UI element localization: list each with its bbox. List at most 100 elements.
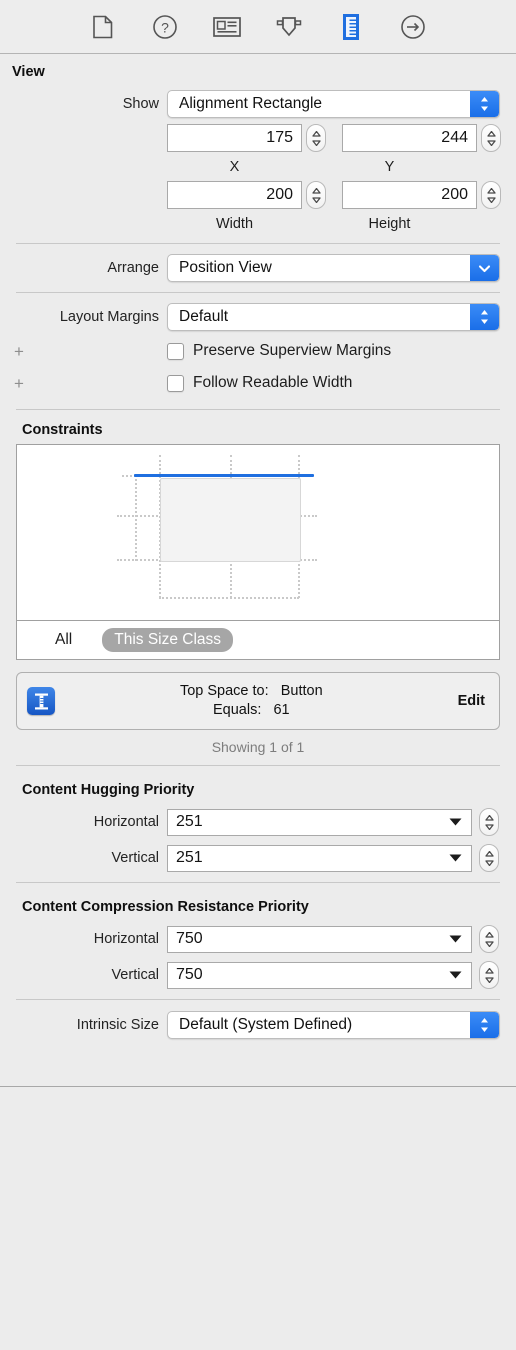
preserve-superview-margins-row: + Preserve Superview Margins [0,335,516,367]
intrinsic-size-label: Intrinsic Size [76,1017,159,1033]
y-field[interactable]: 244 [342,124,477,152]
follow-readable-width-row: + Follow Readable Width [0,367,516,399]
xy-labels-row: X Y [0,154,516,179]
constraint-detail-row[interactable]: Top Space to: Button Equals: 61 Edit [16,672,500,730]
divider-after-compression [16,999,500,1000]
x-stepper[interactable] [306,124,326,152]
intrinsic-size-row: Intrinsic Size Default (System Defined) [0,1006,516,1044]
divider-after-arrange [16,292,500,293]
show-row: Show Alignment Rectangle [0,86,516,122]
follow-readable-width-label: Follow Readable Width [193,374,353,391]
guide-vline-4 [135,475,137,561]
content-hugging-horizontal-row: Horizontal 251 [0,804,516,840]
arrange-row: Arrange Position View [0,250,516,286]
connections-inspector-icon[interactable] [396,10,430,44]
content-compression-vertical-dropdown-icon[interactable] [449,966,462,984]
identity-inspector-icon[interactable] [210,10,244,44]
divider-after-constraints [16,765,500,766]
file-inspector-icon[interactable] [86,10,120,44]
quick-help-inspector-icon[interactable]: ? [148,10,182,44]
layout-margins-popup-button[interactable]: Default [167,303,500,331]
content-compression-vertical-stepper[interactable] [479,961,499,989]
width-field[interactable]: 200 [167,181,302,209]
preserve-superview-margins-label: Preserve Superview Margins [193,342,392,359]
constraints-section-title: Constraints [22,422,103,438]
layout-margins-chevrons-icon[interactable] [470,304,499,330]
constraint-edit-button[interactable]: Edit [458,693,499,709]
content-hugging-horizontal-combo[interactable]: 251 [167,808,472,836]
panel-bottom-divider [0,1086,516,1087]
x-field[interactable]: 175 [167,124,302,152]
constraint-equals-value: 61 [273,702,290,718]
content-compression-vertical-row: Vertical 750 [0,957,516,993]
content-compression-horizontal-row: Horizontal 750 [0,921,516,957]
constraint-equals-label: Equals: [213,702,262,718]
intrinsic-size-popup-value: Default (System Defined) [179,1016,353,1033]
y-label: Y [384,158,395,175]
arrange-label: Arrange [107,260,159,276]
divider-after-margins [16,409,500,410]
content-compression-horizontal-label: Horizontal [93,931,159,947]
content-hugging-vertical-combo[interactable]: 251 [167,844,472,872]
content-compression-vertical-label: Vertical [111,967,159,983]
show-popup-chevrons-icon[interactable] [470,91,499,117]
intrinsic-size-popup-button[interactable]: Default (System Defined) [167,1011,500,1039]
content-hugging-horizontal-stepper[interactable] [479,808,499,836]
constraints-scope-segmented-control: All This Size Class [17,620,499,659]
show-popup-value: Alignment Rectangle [179,95,323,112]
intrinsic-size-chevrons-icon[interactable] [470,1012,499,1038]
layout-margins-popup-value: Default [179,308,229,325]
height-stepper[interactable] [481,181,501,209]
constraint-ruler-icon [27,687,55,715]
xy-fields-row: 175 244 [0,122,516,154]
height-field[interactable]: 200 [342,181,477,209]
height-label: Height [368,216,411,232]
follow-readable-width-checkbox[interactable] [167,374,184,392]
y-stepper[interactable] [481,124,501,152]
preserve-superview-margins-add-glyph[interactable]: + [11,343,27,360]
content-compression-horizontal-dropdown-icon[interactable] [449,930,462,948]
size-labels-row: Width Height [0,211,516,237]
content-hugging-vertical-value: 251 [176,849,203,866]
divider-after-view [16,243,500,244]
size-fields-row: 200 200 [0,179,516,211]
content-compression-vertical-value: 750 [176,966,203,983]
width-stepper[interactable] [306,181,326,209]
arrange-chevron-down-icon[interactable] [470,255,499,281]
show-popup-button[interactable]: Alignment Rectangle [167,90,500,118]
content-hugging-vertical-stepper[interactable] [479,844,499,872]
content-compression-vertical-combo[interactable]: 750 [167,961,472,989]
inspector-toolbar: ? [0,0,516,54]
scope-segment-all[interactable]: All [43,628,84,652]
layout-margins-row: Layout Margins Default [0,299,516,335]
content-compression-horizontal-stepper[interactable] [479,925,499,953]
content-compression-title: Content Compression Resistance Priority [22,899,309,915]
content-hugging-vertical-label: Vertical [111,850,159,866]
arrange-popup-value: Position View [179,259,272,276]
constraints-diagram[interactable] [17,445,499,620]
content-compression-horizontal-value: 750 [176,930,203,947]
x-label: X [229,158,240,175]
constraint-description: Top Space to: Button Equals: 61 [55,682,458,720]
content-hugging-title: Content Hugging Priority [22,782,195,798]
content-hugging-horizontal-value: 251 [176,813,203,830]
attributes-inspector-icon[interactable] [272,10,306,44]
guide-hline-lower [159,597,299,599]
preserve-superview-margins-checkbox[interactable] [167,342,184,360]
constraint-relation-value: Button [280,683,323,699]
content-compression-horizontal-combo[interactable]: 750 [167,925,472,953]
divider-after-hugging [16,882,500,883]
content-hugging-vertical-row: Vertical 251 [0,840,516,876]
arrange-popup-button[interactable]: Position View [167,254,500,282]
width-label: Width [215,216,254,232]
constraint-relation-label: Top Space to: [179,683,269,699]
size-inspector-icon[interactable] [334,10,368,44]
layout-margins-label: Layout Margins [59,309,159,325]
svg-text:?: ? [161,19,169,35]
selected-view-rect [160,478,301,562]
content-hugging-vertical-dropdown-icon[interactable] [449,849,462,867]
follow-readable-width-add-glyph[interactable]: + [11,375,27,392]
top-space-constraint-line[interactable] [134,474,314,477]
content-hugging-horizontal-dropdown-icon[interactable] [449,813,462,831]
scope-segment-this-size-class[interactable]: This Size Class [102,628,234,652]
